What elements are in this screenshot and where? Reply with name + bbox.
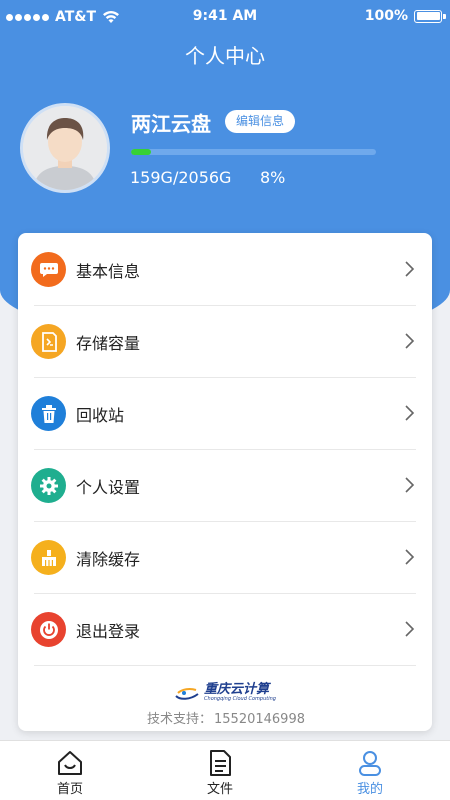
chevron-right-icon	[405, 477, 415, 493]
support-line: 技术支持： 15520146998	[18, 708, 432, 727]
support-phone: 15520146998	[214, 712, 305, 727]
chevron-right-icon	[405, 261, 415, 277]
user-avatar-icon	[23, 106, 107, 190]
tab-label: 我的	[356, 782, 383, 797]
tab-label: 文件	[206, 782, 233, 797]
storage-card-icon	[41, 331, 57, 352]
menu-item-label: 退出登录	[76, 622, 141, 641]
chevron-right-icon	[405, 405, 415, 421]
tab-bar: 首页 文件 我的	[0, 740, 450, 800]
tab-home[interactable]: 首页	[20, 741, 120, 800]
chevron-right-icon	[405, 333, 415, 349]
cloud-logo-icon	[175, 687, 199, 700]
menu-item-label: 清除缓存	[76, 550, 141, 569]
home-icon	[58, 751, 82, 775]
profile-name: 两江云盘	[131, 112, 211, 136]
menu-item-personal-settings[interactable]: 个人设置	[18, 449, 432, 521]
menu-card: 基本信息 存储容量 回收站 个人设置 清除缓存 退出登录 重庆云计算 Chong…	[18, 233, 432, 731]
chevron-right-icon	[405, 621, 415, 637]
page-title: 个人中心	[185, 44, 265, 68]
storage-usage: 159G/2056G	[130, 168, 232, 187]
menu-item-label: 回收站	[76, 406, 125, 425]
storage-progress-fill	[131, 149, 151, 155]
logo-subtitle: Chongqing Cloud Computing	[204, 696, 276, 702]
tab-files[interactable]: 文件	[170, 741, 270, 800]
menu-item-storage[interactable]: 存储容量	[18, 305, 432, 377]
support-label: 技术支持：	[147, 712, 213, 727]
menu-item-logout[interactable]: 退出登录	[18, 593, 432, 665]
menu-item-recycle-bin[interactable]: 回收站	[18, 377, 432, 449]
menu-icon-circle	[31, 324, 66, 359]
menu-icon-circle	[31, 396, 66, 431]
edit-info-button[interactable]: 编辑信息	[225, 110, 296, 133]
menu-icon-circle	[31, 612, 66, 647]
tab-label: 首页	[56, 782, 83, 797]
menu-item-label: 存储容量	[76, 334, 141, 353]
divider	[34, 665, 416, 666]
status-bar: AT&T 9:41 AM 100%	[0, 0, 450, 34]
document-icon	[210, 750, 231, 776]
company-logo: 重庆云计算 Chongqing Cloud Computing	[18, 683, 432, 702]
logo-text: 重庆云计算	[204, 682, 270, 697]
battery-percent: 100%	[364, 8, 408, 24]
tab-mine[interactable]: 我的	[320, 741, 420, 800]
chevron-right-icon	[405, 549, 415, 565]
menu-item-clear-cache[interactable]: 清除缓存	[18, 521, 432, 593]
storage-percent: 8%	[260, 168, 286, 187]
menu-icon-circle	[31, 252, 66, 287]
power-icon	[39, 620, 58, 639]
broom-icon	[41, 549, 56, 566]
storage-progress-bar	[131, 149, 376, 155]
chat-bubble-icon	[39, 262, 58, 277]
menu-item-label: 基本信息	[76, 262, 141, 281]
menu-item-label: 个人设置	[76, 478, 141, 497]
menu-icon-circle	[31, 468, 66, 503]
battery-icon	[414, 9, 446, 23]
user-icon	[359, 751, 381, 776]
menu-icon-circle	[31, 540, 66, 575]
menu-item-basic-info[interactable]: 基本信息	[18, 233, 432, 305]
avatar[interactable]	[20, 103, 110, 193]
trash-icon	[41, 404, 56, 423]
gear-icon	[39, 476, 58, 495]
